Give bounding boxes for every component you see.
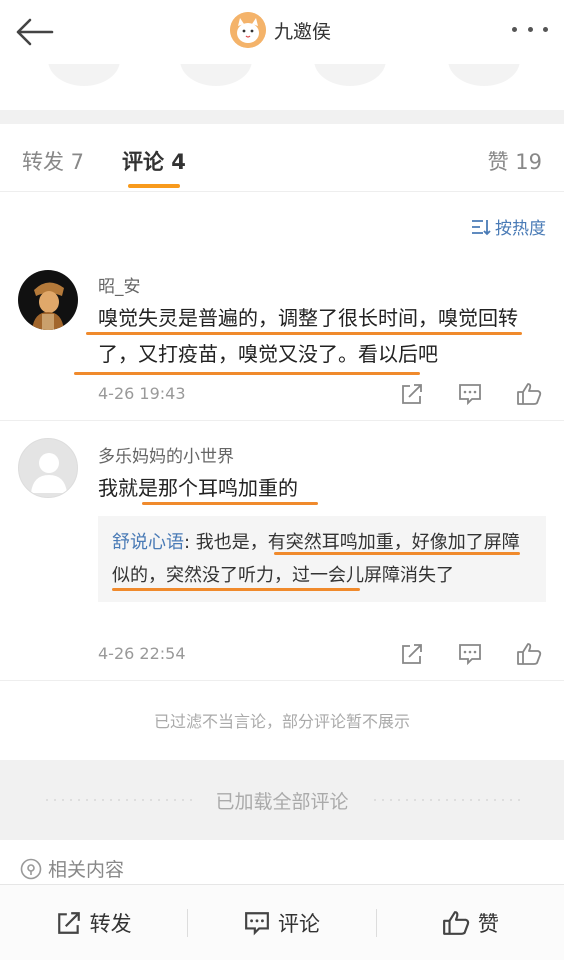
comment-text: 我就是那个耳鸣加重的 xyxy=(98,476,298,500)
active-tab-indicator xyxy=(128,184,180,188)
comment-divider xyxy=(0,420,564,421)
annotation-underline xyxy=(112,588,360,591)
share-icon[interactable] xyxy=(400,382,424,406)
like-label: 赞 xyxy=(477,911,499,936)
commenter-avatar[interactable] xyxy=(18,438,78,498)
thumbs-up-icon[interactable] xyxy=(516,642,542,666)
commenter-avatar[interactable] xyxy=(18,270,78,330)
action-row-remnant xyxy=(0,64,564,110)
share-icon[interactable] xyxy=(400,642,424,666)
thumbs-up-icon xyxy=(442,910,469,935)
comment-label: 评论 xyxy=(277,911,320,936)
top-bar: 九邀侯 xyxy=(0,0,564,64)
reply-icon[interactable] xyxy=(458,382,482,406)
sort-button[interactable]: 按热度 xyxy=(471,214,546,239)
thumbs-up-icon[interactable] xyxy=(516,382,542,406)
annotation-underline xyxy=(86,332,522,335)
section-divider xyxy=(0,110,564,124)
tab-comments[interactable]: 评论 4 xyxy=(122,146,186,176)
author-header[interactable]: 九邀侯 xyxy=(230,12,331,48)
comment-divider xyxy=(0,680,564,681)
dotted-line xyxy=(43,799,194,801)
reply-icon[interactable] xyxy=(458,642,482,666)
author-name: 九邀侯 xyxy=(274,20,332,43)
comment-time: 4-26 22:54 xyxy=(98,644,186,663)
share-icon xyxy=(57,911,80,934)
repost-button[interactable]: 转发 xyxy=(0,903,187,943)
back-arrow-icon[interactable] xyxy=(12,12,56,52)
comment-actions xyxy=(400,642,542,666)
tab-bar: 转发 7 评论 4 赞 19 xyxy=(0,124,564,192)
dotted-line xyxy=(370,799,521,801)
author-avatar[interactable] xyxy=(230,12,266,48)
more-options-icon[interactable] xyxy=(512,22,548,36)
tab-likes[interactable]: 赞 19 xyxy=(488,146,542,176)
comment-button[interactable]: 评论 xyxy=(188,903,375,943)
all-loaded-banner: 已加载全部评论 xyxy=(0,760,564,840)
comment-time: 4-26 19:43 xyxy=(98,384,186,403)
comment-text: 嗅觉失灵是普遍的，调整了很长时间，嗅觉回转了，又打疫苗，嗅觉又没了。看以后吧 xyxy=(98,306,518,366)
bottom-action-bar: 转发 评论 赞 xyxy=(0,884,564,960)
comment-icon xyxy=(245,911,269,935)
annotation-underline xyxy=(74,372,420,375)
related-label: 相关内容 xyxy=(48,859,125,881)
filter-notice: 已过滤不当言论，部分评论暂不展示 xyxy=(153,712,410,731)
commenter-name[interactable]: 昭_安 xyxy=(98,272,141,297)
reply-author[interactable]: 舒说心语 xyxy=(112,532,184,553)
comment-actions xyxy=(400,382,542,406)
like-button[interactable]: 赞 xyxy=(377,903,564,943)
annotation-underline xyxy=(274,552,520,555)
commenter-name[interactable]: 多乐妈妈的小世界 xyxy=(98,442,234,467)
sort-icon xyxy=(472,219,491,235)
location-icon xyxy=(20,858,42,879)
repost-label: 转发 xyxy=(89,911,132,936)
related-content[interactable]: 相关内容 xyxy=(20,855,124,882)
loaded-text: 已加载全部评论 xyxy=(215,790,349,813)
sort-label: 按热度 xyxy=(495,219,546,239)
tab-repost[interactable]: 转发 7 xyxy=(22,146,84,176)
annotation-underline xyxy=(142,502,318,505)
